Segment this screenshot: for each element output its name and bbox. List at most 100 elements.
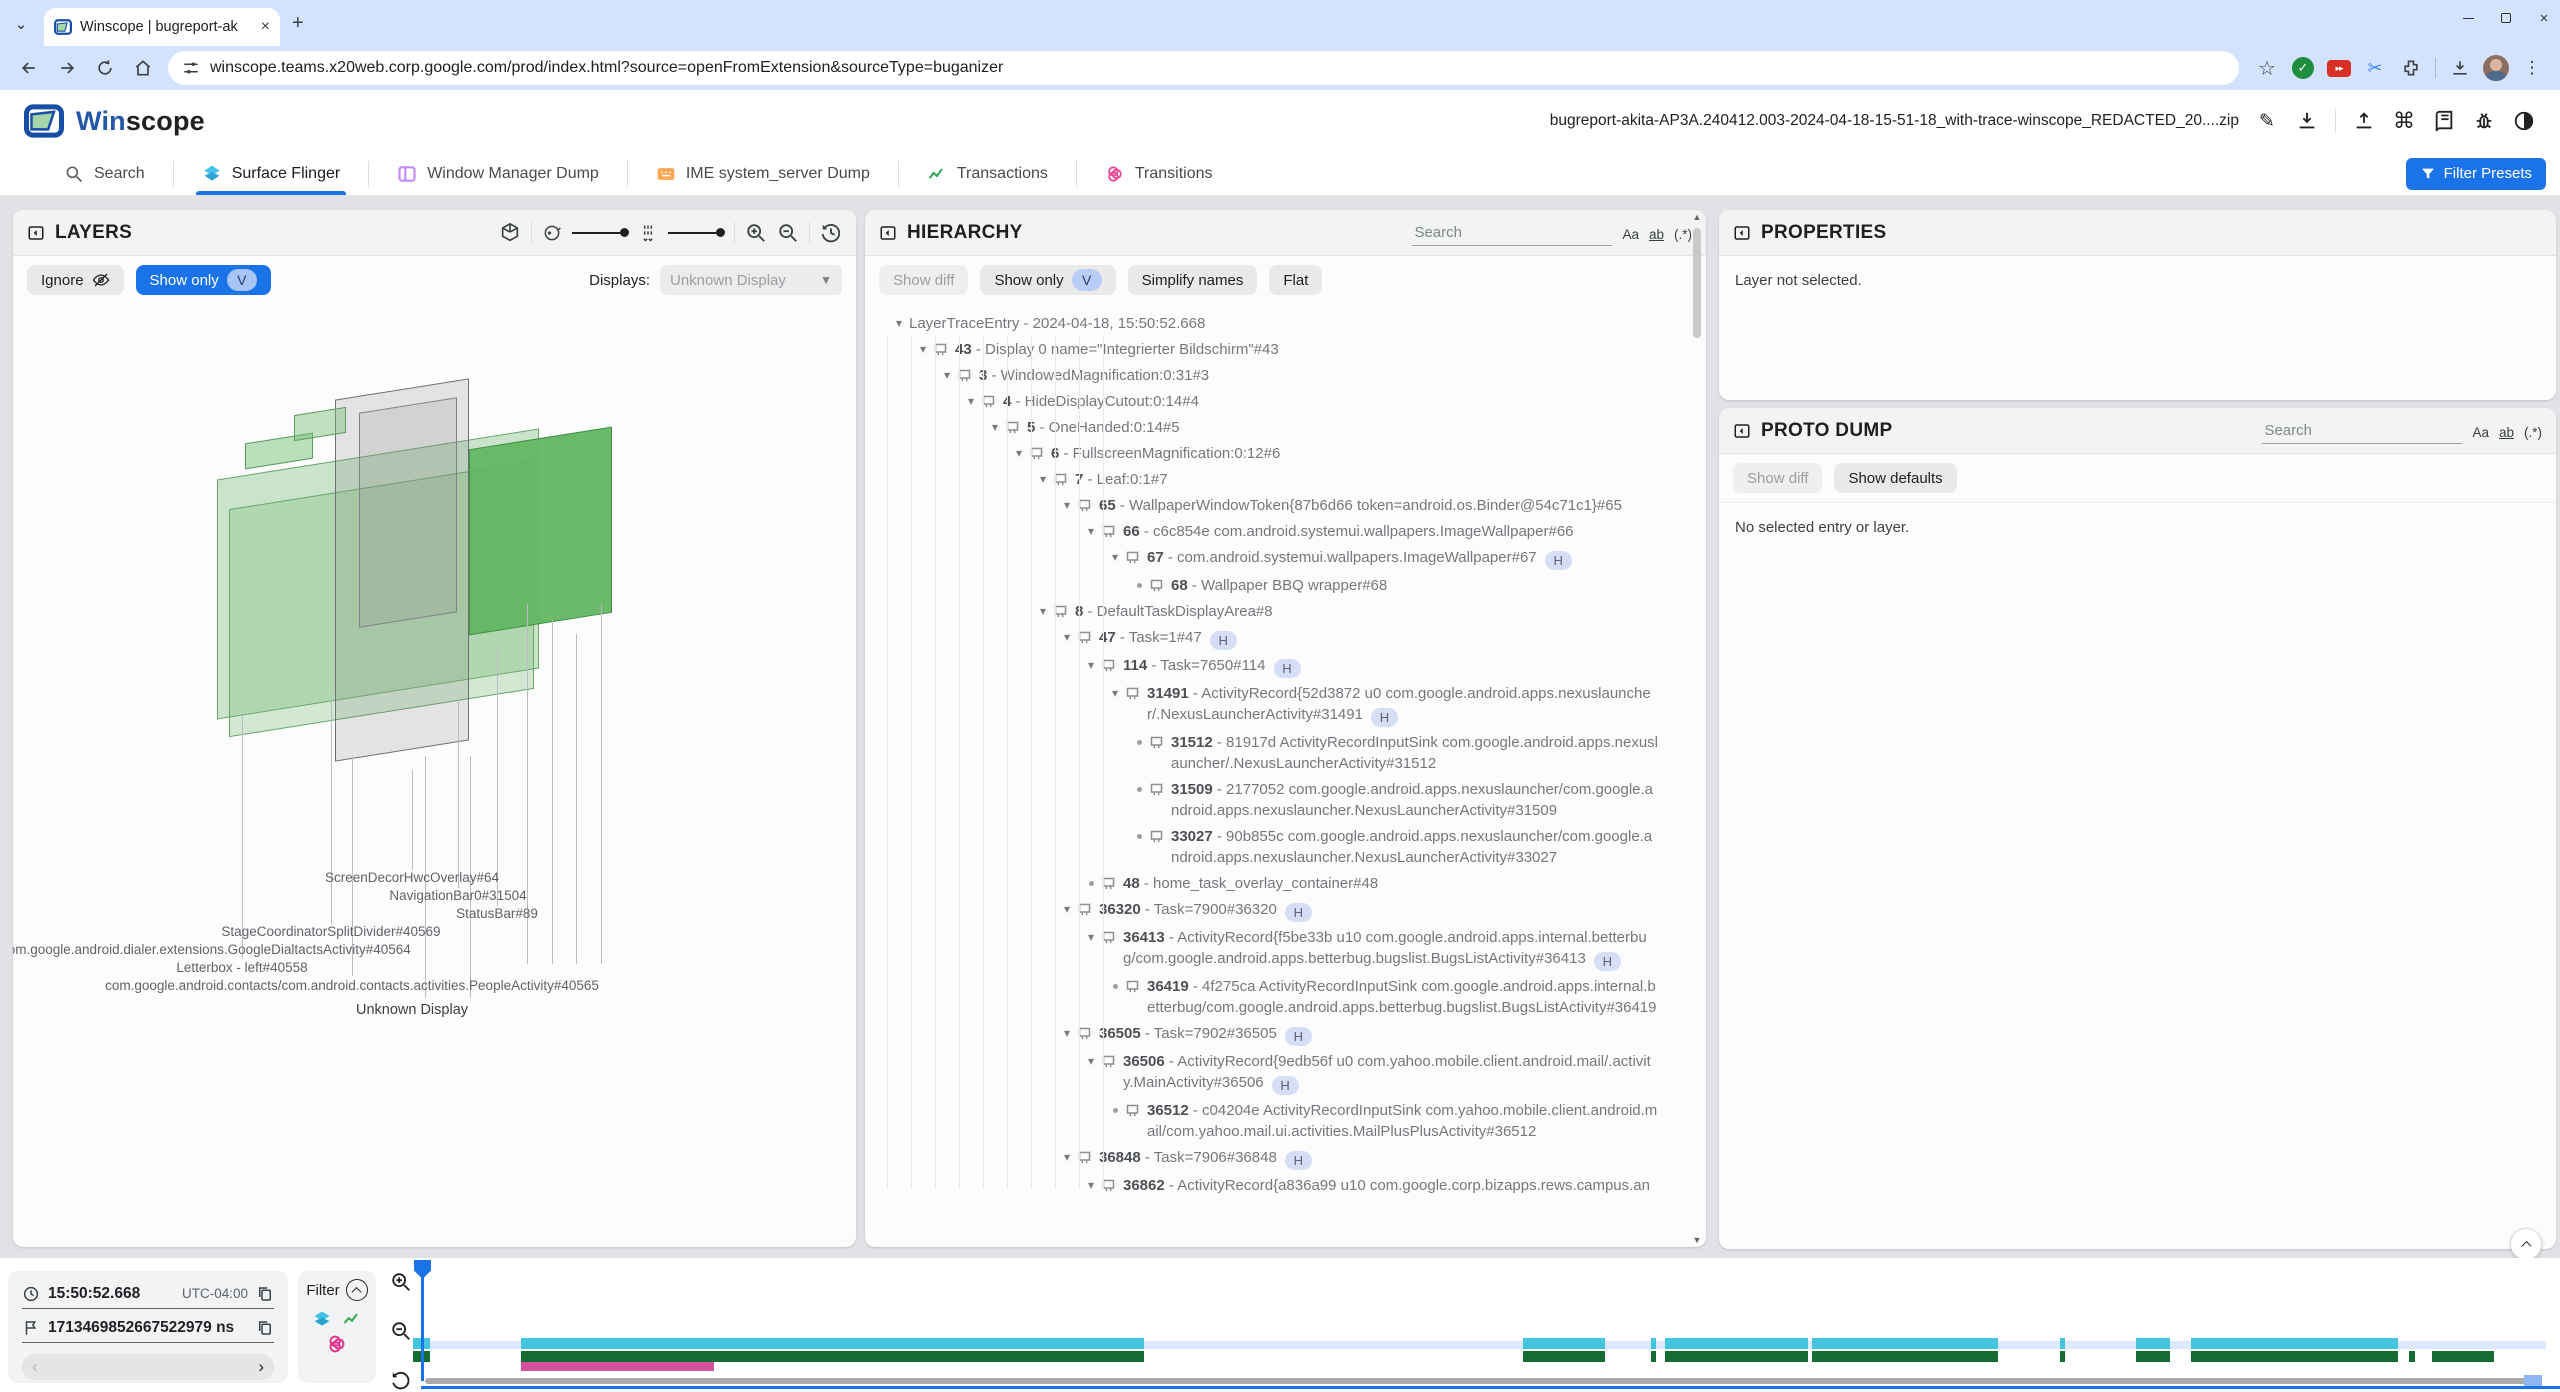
dark-mode-contrast-icon[interactable]	[2512, 109, 2536, 133]
timeline-cursor-handle[interactable]	[414, 1260, 431, 1279]
chevron-expanded-icon[interactable]: ▾	[913, 339, 933, 360]
window-minimize-button[interactable]	[2460, 10, 2476, 26]
tab-close-icon[interactable]: ×	[261, 18, 270, 36]
panel-toggle-icon[interactable]	[1733, 224, 1751, 242]
chevron-expanded-icon[interactable]: ▾	[1033, 469, 1053, 490]
tab-transactions[interactable]: Transactions	[899, 152, 1076, 195]
transitions-trace-icon[interactable]	[326, 1333, 348, 1355]
match-word-icon[interactable]: ab	[1649, 227, 1664, 246]
tree-row[interactable]: ▾8 - DefaultTaskDisplayArea#8	[877, 598, 1688, 624]
tree-row[interactable]: ▾114 - Task=7650#114H	[877, 652, 1688, 680]
tree-row[interactable]: 68 - Wallpaper BBQ wrapper#68	[877, 572, 1688, 598]
chevron-expanded-icon[interactable]: ▾	[1033, 601, 1053, 622]
spacing-icon[interactable]	[638, 223, 658, 243]
tab-search[interactable]: Search	[36, 152, 173, 195]
show-defaults-button[interactable]: Show defaults	[1834, 463, 1956, 493]
timeline-scrollbar[interactable]	[425, 1378, 2528, 1384]
regex-icon[interactable]: (.*)	[2524, 425, 2542, 444]
tree-row[interactable]: ▾7 - Leaf:0:1#7	[877, 466, 1688, 492]
expand-timeline-button[interactable]	[2510, 1228, 2542, 1260]
tree-row[interactable]: 33027 - 90b855c com.google.android.apps.…	[877, 823, 1688, 870]
tree-row[interactable]: ▾47 - Task=1#47H	[877, 624, 1688, 652]
match-case-icon[interactable]: Aa	[2472, 425, 2489, 444]
tree-row[interactable]: 48 - home_task_overlay_container#48	[877, 870, 1688, 896]
zoom-out-icon[interactable]	[777, 222, 799, 244]
filter-presets-button[interactable]: Filter Presets	[2406, 158, 2546, 190]
proto-search-input[interactable]	[2262, 418, 2462, 444]
chevron-expanded-icon[interactable]: ▾	[1009, 443, 1029, 464]
tab-ime-dump[interactable]: IME system_server Dump	[628, 152, 898, 195]
ignore-button[interactable]: Ignore	[27, 265, 124, 295]
tree-row[interactable]: ▾67 - com.android.systemui.wallpapers.Im…	[877, 544, 1688, 572]
3d-view-cube-icon[interactable]	[499, 222, 521, 244]
panel-toggle-icon[interactable]	[879, 224, 897, 242]
match-case-icon[interactable]: Aa	[1622, 227, 1639, 246]
chevron-expanded-icon[interactable]: ▾	[1081, 1175, 1101, 1196]
new-tab-button[interactable]: +	[292, 12, 304, 35]
scissors-extension-icon[interactable]: ✂	[2362, 55, 2388, 81]
show-diff-button[interactable]: Show diff	[879, 265, 968, 295]
chevron-expanded-icon[interactable]: ▾	[961, 391, 981, 412]
home-icon[interactable]	[130, 55, 156, 81]
panel-toggle-icon[interactable]	[1733, 422, 1751, 440]
chevron-expanded-icon[interactable]: ▾	[1081, 927, 1101, 948]
extension-check-icon[interactable]: ✓	[2290, 55, 2316, 81]
browser-menu-icon[interactable]: ⋮	[2519, 55, 2545, 81]
rotation-icon[interactable]	[542, 223, 562, 243]
tree-row[interactable]: ▾36413 - ActivityRecord{f5be33b u10 com.…	[877, 924, 1688, 973]
url-bar[interactable]: winscope.teams.x20web.corp.google.com/pr…	[168, 51, 2239, 85]
layers-3d-canvas[interactable]: ScreenDecorHwcOverlay#64NavigationBar0#3…	[13, 304, 856, 1247]
zoom-out-icon[interactable]	[390, 1320, 412, 1342]
tree-row[interactable]: 36419 - 4f275ca ActivityRecordInputSink …	[877, 973, 1688, 1020]
hierarchy-scrollbar[interactable]: ▲ ▼	[1690, 212, 1704, 1245]
chevron-expanded-icon[interactable]: ▾	[1081, 655, 1101, 676]
tree-row[interactable]: ▾5 - OneHanded:0:14#5	[877, 414, 1688, 440]
chevron-expanded-icon[interactable]: ▾	[1105, 547, 1125, 568]
chevron-expanded-icon[interactable]: ▾	[889, 313, 909, 334]
tree-row[interactable]: ▾3 - WindowedMagnification:0:31#3	[877, 362, 1688, 388]
zoom-in-icon[interactable]	[390, 1271, 412, 1293]
tree-row[interactable]: 36512 - c04204e ActivityRecordInputSink …	[877, 1097, 1688, 1144]
reset-zoom-icon[interactable]	[390, 1369, 412, 1391]
show-only-button[interactable]: Show only V	[980, 265, 1115, 295]
extension-red-icon[interactable]: ▸▸	[2326, 55, 2352, 81]
tree-row[interactable]: ▾LayerTraceEntry - 2024-04-18, 15:50:52.…	[877, 310, 1688, 336]
shortcuts-icon[interactable]: ⌘	[2392, 109, 2416, 133]
zoom-in-icon[interactable]	[745, 222, 767, 244]
downloads-icon[interactable]	[2447, 55, 2473, 81]
previous-entry-button[interactable]: ‹	[32, 1357, 38, 1377]
tree-row[interactable]: ▾36505 - Task=7902#36505H	[877, 1020, 1688, 1048]
chevron-expanded-icon[interactable]: ▾	[985, 417, 1005, 438]
reload-icon[interactable]	[92, 55, 118, 81]
spacing-slider[interactable]	[668, 232, 724, 234]
chevron-expanded-icon[interactable]: ▾	[1057, 1023, 1077, 1044]
chevron-expanded-icon[interactable]: ▾	[1057, 495, 1077, 516]
scroll-down-icon[interactable]: ▼	[1690, 1235, 1704, 1245]
forward-icon[interactable]	[54, 55, 80, 81]
tree-row[interactable]: ▾31491 - ActivityRecord{52d3872 u0 com.g…	[877, 680, 1688, 729]
tree-row[interactable]: 31509 - 2177052 com.google.android.apps.…	[877, 776, 1688, 823]
scroll-up-icon[interactable]: ▲	[1690, 212, 1704, 222]
panel-toggle-icon[interactable]	[27, 224, 45, 242]
transactions-trace-icon[interactable]	[342, 1309, 362, 1329]
tree-row[interactable]: ▾43 - Display 0 name="Integrierter Bilds…	[877, 336, 1688, 362]
chevron-expanded-icon[interactable]: ▾	[1105, 683, 1125, 704]
timeline-track-area[interactable]	[413, 1258, 2546, 1392]
report-bug-icon[interactable]	[2472, 109, 2496, 133]
surfaceflinger-trace-icon[interactable]	[312, 1309, 332, 1329]
tree-row[interactable]: ▾65 - WallpaperWindowToken{87b6d66 token…	[877, 492, 1688, 518]
profile-avatar[interactable]	[2483, 55, 2509, 81]
tab-window-manager-dump[interactable]: Window Manager Dump	[369, 152, 627, 195]
extensions-puzzle-icon[interactable]	[2398, 55, 2424, 81]
tree-row[interactable]: ▾36862 - ActivityRecord{a836a99 u10 com.…	[877, 1172, 1688, 1199]
next-entry-button[interactable]: ›	[258, 1357, 264, 1377]
back-icon[interactable]	[16, 55, 42, 81]
ns-time-field[interactable]: 1713469852667522979 ns	[22, 1313, 274, 1343]
filter-collapse-button[interactable]	[346, 1279, 368, 1301]
chevron-expanded-icon[interactable]: ▾	[1081, 521, 1101, 542]
chevron-expanded-icon[interactable]: ▾	[1081, 1051, 1101, 1072]
simplify-names-button[interactable]: Simplify names	[1128, 265, 1258, 295]
documentation-book-icon[interactable]	[2432, 109, 2456, 133]
chevron-expanded-icon[interactable]: ▾	[1057, 1147, 1077, 1168]
tree-row[interactable]: 31512 - 81917d ActivityRecordInputSink c…	[877, 729, 1688, 776]
